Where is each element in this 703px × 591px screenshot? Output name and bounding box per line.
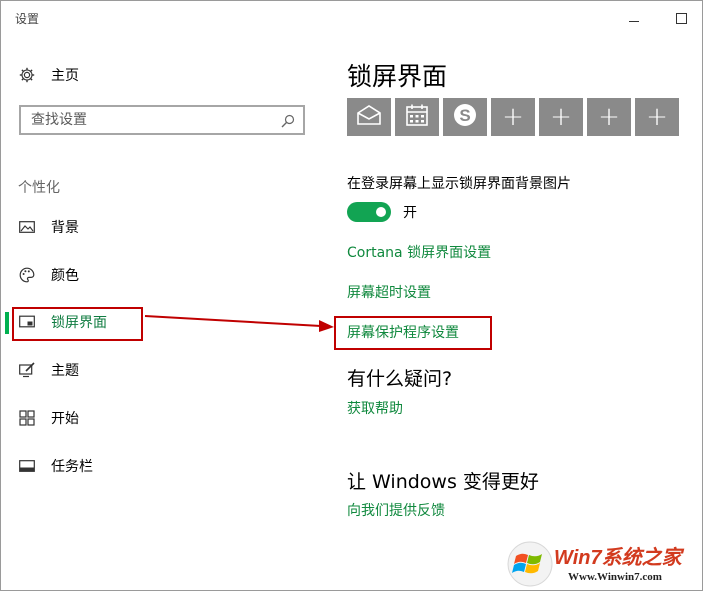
svg-text:S: S [459, 106, 470, 125]
sidebar-item-label: 主题 [51, 363, 79, 379]
sidebar-item-label: 开始 [51, 411, 79, 427]
add-app-tile[interactable]: + [539, 98, 583, 136]
watermark-brand: Win7系统之家 [554, 547, 682, 569]
gear-icon [18, 66, 36, 84]
plus-icon: + [598, 102, 620, 132]
maximize-button[interactable] [669, 7, 693, 29]
show-background-toggle-row: 开 [347, 201, 417, 223]
app-tile-calendar[interactable] [395, 98, 439, 136]
plus-icon: + [646, 102, 668, 132]
add-app-tile[interactable]: + [635, 98, 679, 136]
screen-timeout-link[interactable]: 屏幕超时设置 [347, 282, 431, 302]
calendar-icon [405, 103, 429, 131]
page-title: 锁屏界面 [347, 62, 448, 91]
watermark-logo: Win7系统之家 Www.Winwin7.com [506, 539, 702, 589]
search-input[interactable] [21, 111, 273, 129]
home-nav-item[interactable]: 主页 [18, 63, 79, 87]
search-icon[interactable] [281, 113, 295, 128]
active-indicator [5, 312, 9, 334]
taskbar-icon [18, 457, 36, 475]
watermark-url: Www.Winwin7.com [568, 571, 662, 583]
app-tiles-row: S + + + + [347, 98, 683, 136]
plus-icon: + [550, 102, 572, 132]
get-help-link[interactable]: 获取帮助 [347, 398, 403, 418]
toggle-state-label: 开 [403, 205, 417, 221]
theme-icon [18, 361, 36, 379]
toggle-knob [376, 207, 386, 217]
sidebar-item-taskbar[interactable]: 任务栏 [1, 446, 321, 486]
improve-windows-header: 让 Windows 变得更好 [347, 471, 539, 493]
add-app-tile[interactable]: + [587, 98, 631, 136]
search-box[interactable] [19, 105, 305, 135]
minimize-icon [629, 20, 639, 22]
sidebar-item-label: 任务栏 [51, 459, 93, 475]
mail-icon [356, 104, 382, 130]
sidebar-item-label: 背景 [51, 220, 79, 236]
minimize-button[interactable] [622, 7, 646, 29]
sidebar-item-label: 颜色 [51, 268, 79, 284]
app-tile-skype[interactable]: S [443, 98, 487, 136]
show-background-toggle[interactable] [347, 202, 391, 222]
title-bar: 设置 [1, 1, 702, 35]
annotation-arrow [144, 315, 334, 332]
palette-icon [18, 266, 36, 284]
app-tile-mail[interactable] [347, 98, 391, 136]
sidebar-item-start[interactable]: 开始 [1, 398, 321, 438]
question-header: 有什么疑问? [347, 368, 453, 390]
plus-icon: + [502, 102, 524, 132]
home-label: 主页 [51, 68, 79, 84]
window-title: 设置 [15, 12, 40, 26]
sidebar-item-colors[interactable]: 颜色 [1, 255, 321, 295]
add-app-tile[interactable]: + [491, 98, 535, 136]
annotation-box-screensaver [334, 316, 492, 350]
show-background-label: 在登录屏幕上显示锁屏界面背景图片 [347, 176, 571, 192]
settings-window: 设置 主页 个性化 背景 颜色 [0, 0, 703, 591]
sidebar-item-background[interactable]: 背景 [1, 207, 321, 247]
skype-icon: S [452, 102, 478, 132]
sidebar-item-themes[interactable]: 主题 [1, 350, 321, 390]
start-icon [18, 409, 36, 427]
cortana-lock-screen-link[interactable]: Cortana 锁屏界面设置 [347, 242, 491, 262]
maximize-icon [675, 12, 687, 24]
feedback-link[interactable]: 向我们提供反馈 [347, 500, 445, 520]
image-icon [18, 218, 36, 236]
annotation-box-lock-screen [12, 307, 143, 341]
section-header-personalization: 个性化 [18, 180, 60, 196]
